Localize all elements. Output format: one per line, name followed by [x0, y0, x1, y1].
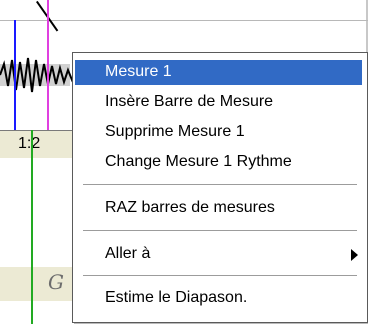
- menu-item-label: Aller à: [105, 245, 151, 262]
- bar-line-1[interactable]: [31, 130, 33, 324]
- playhead-marker-blue[interactable]: [14, 20, 16, 130]
- menu-item-label: Insère Barre de Mesure: [105, 93, 274, 110]
- menu-item-label: RAZ barres de mesures: [105, 199, 275, 216]
- menu-item-insere-barre[interactable]: Insère Barre de Mesure: [75, 90, 362, 115]
- menu-item-label: Supprime Mesure 1: [105, 123, 245, 140]
- ruler-position-label: 1:2: [18, 135, 41, 152]
- menu-item-raz-barres[interactable]: RAZ barres de mesures: [75, 196, 362, 221]
- menu-separator: [83, 184, 357, 185]
- menu-item-label: Change Mesure 1 Rythme: [105, 153, 292, 170]
- menu-item-change-rythme[interactable]: Change Mesure 1 Rythme: [75, 150, 362, 175]
- selection-marker-pink[interactable]: [47, 0, 49, 130]
- top-divider: [0, 20, 368, 21]
- menu-item-label: Estime le Diapason.: [105, 289, 248, 306]
- menu-item-estime-diapason[interactable]: Estime le Diapason.: [75, 286, 362, 311]
- menu-item-mesure-1[interactable]: Mesure 1: [75, 60, 362, 85]
- context-menu: Mesure 1 Insère Barre de Mesure Supprime…: [72, 52, 368, 323]
- submenu-arrow-icon: [351, 249, 358, 261]
- menu-item-label: Mesure 1: [105, 63, 172, 80]
- menu-item-supprime-mesure[interactable]: Supprime Mesure 1: [75, 120, 362, 145]
- menu-separator: [83, 230, 357, 231]
- waveform-fill: [0, 64, 70, 86]
- menu-item-aller-a[interactable]: Aller à: [75, 242, 362, 267]
- menu-separator: [83, 275, 357, 276]
- music-editor-canvas[interactable]: 1:2 G Mesure 1 Insère Barre de Mesure Su…: [0, 0, 368, 324]
- g-clef-icon: G: [48, 270, 64, 294]
